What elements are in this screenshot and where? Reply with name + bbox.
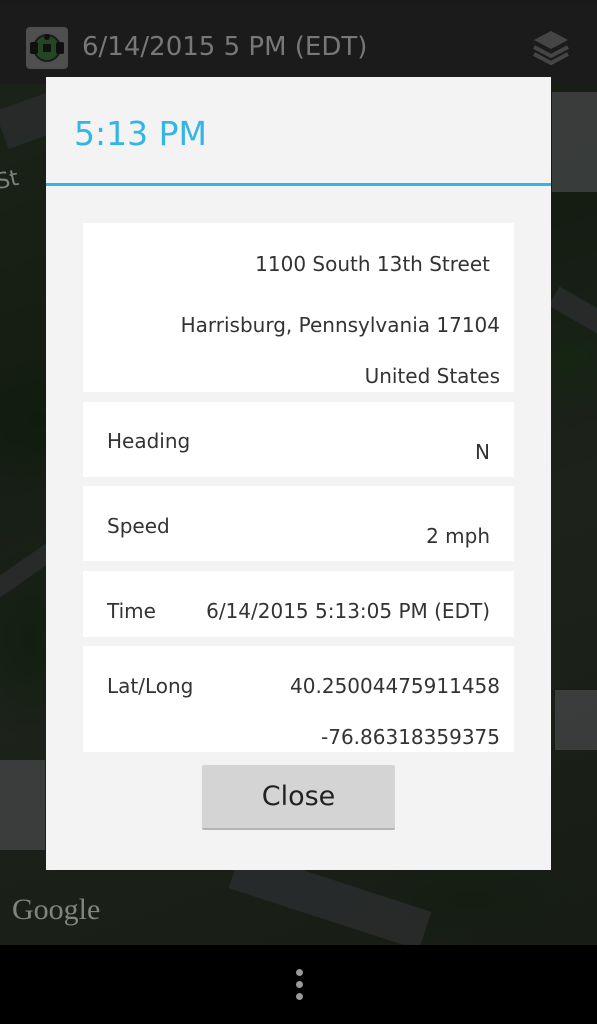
latitude-value: 40.25004475911458 <box>290 674 500 698</box>
location-details-dialog: 5:13 PM 1100 South 13th Street Harrisbur… <box>46 77 551 870</box>
navigation-bar <box>0 945 597 1024</box>
address-card: 1100 South 13th Street Harrisburg, Penns… <box>83 223 514 392</box>
heading-label: Heading <box>107 429 191 453</box>
longitude-value: -76.86318359375 <box>321 725 500 749</box>
overflow-menu-icon[interactable] <box>291 969 307 1003</box>
time-label: Time <box>107 599 156 623</box>
latlong-card: Lat/Long 40.25004475911458 -76.863183593… <box>83 646 514 752</box>
speed-value: 2 mph <box>426 524 490 548</box>
latlong-label: Lat/Long <box>107 674 194 698</box>
screen: St Google 6/14/2015 5 PM (EDT) 5:13 PM 1… <box>0 0 597 1024</box>
close-button[interactable]: Close <box>202 765 395 830</box>
dialog-title-divider <box>46 183 551 186</box>
time-value: 6/14/2015 5:13:05 PM (EDT) <box>206 599 490 623</box>
address-line-2: Harrisburg, Pennsylvania 17104 <box>180 313 500 337</box>
action-bar: 6/14/2015 5 PM (EDT) <box>0 0 597 84</box>
time-card: Time 6/14/2015 5:13:05 PM (EDT) <box>83 571 514 637</box>
heading-card: Heading N <box>83 402 514 477</box>
heading-value: N <box>475 440 490 464</box>
address-line-3: United States <box>364 364 500 388</box>
speed-card: Speed 2 mph <box>83 486 514 561</box>
speed-label: Speed <box>107 514 170 538</box>
address-line-1: 1100 South 13th Street <box>255 252 490 276</box>
action-bar-scrim <box>0 5 597 84</box>
google-attribution: Google <box>12 893 101 926</box>
dialog-title: 5:13 PM <box>74 114 207 153</box>
